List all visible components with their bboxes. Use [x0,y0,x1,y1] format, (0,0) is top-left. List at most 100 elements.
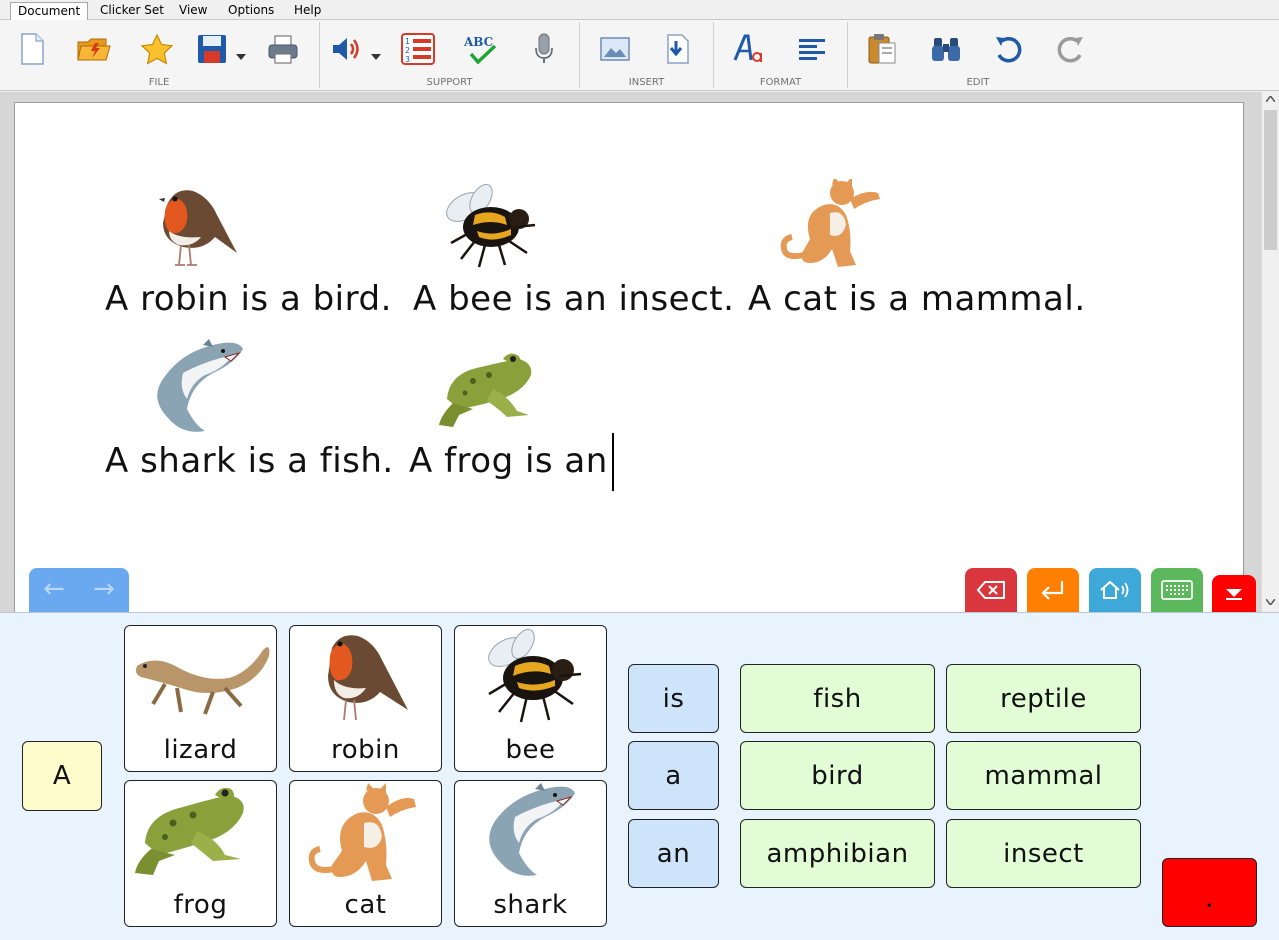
document-frame: A robin is a bird. A bee is an insect. A… [0,92,1279,622]
cell-label: bee [505,735,556,765]
backspace-icon [976,581,1005,599]
bee-picture [446,183,536,268]
menu-view[interactable]: View [172,2,214,20]
menu-document[interactable]: Document [10,2,89,20]
scroll-thumb[interactable] [1264,110,1277,250]
backspace-button[interactable] [965,568,1017,612]
cell-label: cat [344,890,387,920]
speech-button[interactable] [326,30,366,68]
cell-label: shark [493,890,568,920]
svg-text:1: 1 [405,37,410,46]
align-left-button[interactable] [792,30,832,68]
insert-picture-button[interactable] [595,30,635,68]
align-left-icon [799,39,825,60]
collapse-button[interactable] [1212,575,1256,612]
collapse-down-icon [1226,588,1242,600]
cell-picture-bee[interactable]: bee [454,625,607,772]
word-list-button[interactable]: 1 2 3 [398,30,438,68]
speak-house-icon [1100,580,1129,599]
new-document-button[interactable] [12,30,52,68]
keyboard-button[interactable] [1151,568,1203,612]
document-scrollbar[interactable] [1261,92,1279,612]
enter-icon [1041,581,1064,600]
cell-picture-cat[interactable]: cat [289,780,442,927]
cell-starter-a[interactable]: A [22,741,102,811]
voice-recognition-button[interactable] [524,30,564,68]
new-document-icon [21,33,44,65]
sentence-frog: A frog is an [409,441,608,481]
find-button[interactable] [926,30,966,68]
cell-word-a[interactable]: a [628,741,719,810]
open-button[interactable] [74,30,114,68]
sentence-bee: A bee is an insect. [413,279,735,319]
cell-label: robin [331,735,400,765]
redo-button[interactable] [1051,30,1091,68]
microphone-icon [535,33,553,63]
cell-picture-shark[interactable]: shark [454,780,607,927]
robin-picture [328,635,408,721]
cat-picture [308,783,416,881]
shark-picture [489,783,575,876]
undo-button[interactable] [988,30,1028,68]
save-disk-icon [198,35,226,63]
menu-options[interactable]: Options [221,2,281,20]
document-page[interactable]: A robin is a bird. A bee is an insect. A… [14,102,1244,622]
cell-word-mammal[interactable]: mammal [946,741,1141,810]
group-label-edit: EDIT [966,77,990,88]
scroll-up-icon[interactable] [1265,94,1276,105]
paste-button[interactable] [862,30,902,68]
cell-picture-robin[interactable]: robin [289,625,442,772]
enter-button[interactable] [1027,568,1079,612]
font-icon [733,34,762,62]
group-label-format: FORMAT [759,77,802,88]
cell-picture-lizard[interactable]: lizard [124,625,277,772]
frog-picture [439,353,532,427]
cell-label: frog [173,890,228,920]
clipboard-icon [868,34,896,64]
cell-word-amphibian[interactable]: amphibian [740,819,935,888]
printer-icon [268,35,298,64]
cell-word-insect[interactable]: insect [946,819,1141,888]
cell-full-stop[interactable]: . [1162,858,1257,927]
menu-clicker-set[interactable]: Clicker Set [93,2,171,20]
save-dropdown-icon[interactable] [236,45,246,64]
lizard-picture [136,647,270,715]
sentence-shark: A shark is a fish. [105,441,394,481]
svg-text:ABC: ABC [463,35,493,49]
shark-picture [157,339,243,432]
speak-button[interactable] [1089,568,1141,612]
sentence-cat: A cat is a mammal. [748,279,1086,319]
cell-word-is[interactable]: is [628,664,719,733]
menu-help[interactable]: Help [287,2,328,20]
undo-icon [996,37,1022,63]
cell-picture-frog[interactable]: frog [124,780,277,927]
favourites-button[interactable] [137,30,177,68]
cell-word-fish[interactable]: fish [740,664,935,733]
scroll-down-icon[interactable] [1265,598,1276,608]
frog-picture [135,787,244,875]
group-label-file: FILE [148,77,170,88]
spell-check-button[interactable]: ABC [460,30,500,68]
font-button[interactable] [728,30,768,68]
cell-word-bird[interactable]: bird [740,741,935,810]
speaker-icon [333,38,359,60]
save-button[interactable] [192,30,232,68]
text-cursor [612,433,614,491]
menu-bar: Document Clicker Set View Options Help [0,0,1279,20]
cell-word-reptile[interactable]: reptile [946,664,1141,733]
group-label-insert: INSERT [628,77,665,88]
redo-icon [1057,37,1083,63]
forward-arrow-icon[interactable]: → [81,574,127,606]
binoculars-icon [932,38,960,61]
keyboard-icon [1161,580,1193,600]
insert-document-button[interactable] [658,30,698,68]
group-label-support: SUPPORT [426,77,473,88]
cat-picture [780,179,880,267]
cell-word-an[interactable]: an [628,819,719,888]
import-document-icon [667,34,689,64]
star-icon [140,33,174,65]
print-button[interactable] [263,30,303,68]
speech-dropdown-icon[interactable] [371,45,381,64]
back-arrow-icon[interactable]: ← [31,574,77,606]
sentence-robin: A robin is a bird. [105,279,392,319]
